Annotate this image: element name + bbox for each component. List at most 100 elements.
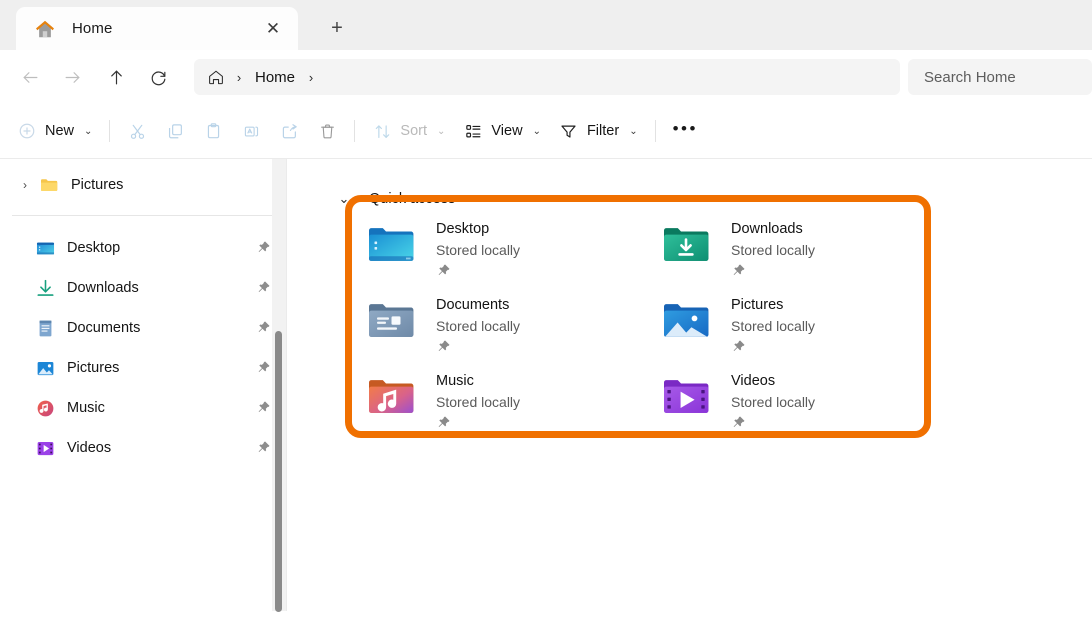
cut-button[interactable]: [118, 114, 156, 148]
pictures-folder-icon: [658, 298, 714, 344]
scissors-icon: [127, 121, 147, 141]
filter-label: Filter: [586, 123, 620, 139]
chevron-right-icon[interactable]: ›: [12, 178, 38, 192]
item-name: Videos: [731, 373, 776, 389]
sidebar-item-label: Downloads: [67, 280, 139, 296]
view-icon: [463, 121, 483, 141]
view-button[interactable]: View ⌄: [454, 114, 550, 148]
breadcrumb-home-icon[interactable]: [206, 67, 226, 87]
refresh-button[interactable]: [138, 60, 178, 94]
quick-access-item-downloads[interactable]: Downloads Stored locally: [658, 217, 953, 293]
sidebar-item-downloads[interactable]: Downloads: [0, 268, 286, 308]
pin-icon[interactable]: [256, 360, 272, 376]
filter-button[interactable]: Filter ⌄: [550, 114, 647, 148]
sidebar-item-videos[interactable]: Videos: [0, 428, 286, 468]
quick-access-item-desktop[interactable]: Desktop Stored locally: [363, 217, 658, 293]
documents-icon: [34, 317, 56, 339]
quick-access-item-text: Music Stored locally: [436, 369, 520, 431]
sidebar-item-label: Music: [67, 400, 105, 416]
rename-button[interactable]: [232, 114, 270, 148]
new-button[interactable]: New ⌄: [8, 114, 101, 148]
sidebar-item-documents[interactable]: Documents: [0, 308, 286, 348]
chevron-down-icon[interactable]: ⌄: [333, 191, 355, 207]
downloads-icon: [34, 277, 56, 299]
address-bar[interactable]: › Home ›: [194, 59, 900, 95]
desktop-folder-icon: [34, 237, 56, 259]
breadcrumb-separator-1: ›: [236, 69, 242, 85]
pin-icon[interactable]: [256, 440, 272, 456]
pin-icon[interactable]: [256, 280, 272, 296]
music-icon: [34, 397, 56, 419]
pin-icon[interactable]: [256, 240, 272, 256]
sidebar-item-label: Desktop: [67, 240, 121, 256]
folder-icon: [38, 174, 60, 196]
pin-icon[interactable]: [256, 320, 272, 336]
pin-icon[interactable]: [436, 415, 452, 431]
navigation-pane: › Pictures Desktop Downloads Documents P…: [0, 158, 286, 612]
item-status: Stored locally: [436, 394, 521, 410]
item-name: Downloads: [731, 221, 803, 237]
chevron-down-icon: ⌄: [532, 125, 541, 137]
explorer-body: › Pictures Desktop Downloads Documents P…: [0, 158, 1092, 612]
chevron-down-icon: ⌄: [437, 125, 446, 137]
chevron-down-icon: ⌄: [84, 125, 93, 137]
copy-button[interactable]: [156, 114, 194, 148]
trash-icon: [317, 121, 337, 141]
forward-button[interactable]: [52, 60, 92, 94]
sidebar-item-label: Videos: [67, 440, 112, 456]
pin-icon[interactable]: [436, 263, 452, 279]
rename-icon: [241, 121, 261, 141]
new-tab-button[interactable]: +: [320, 11, 354, 45]
quick-access-item-text: Documents Stored locally: [436, 293, 520, 355]
item-name: Desktop: [436, 221, 490, 237]
sidebar-scrollbar-thumb[interactable]: [275, 331, 282, 612]
search-input[interactable]: Search Home: [908, 59, 1092, 95]
music-folder-icon: [363, 374, 419, 420]
sidebar-scrollbar[interactable]: [272, 159, 286, 612]
back-button[interactable]: [10, 60, 50, 94]
navigation-bar: › Home › Search Home: [0, 50, 1092, 104]
item-name: Pictures: [731, 297, 784, 313]
videos-folder-icon: [658, 374, 714, 420]
delete-button[interactable]: [308, 114, 346, 148]
sidebar-item-pictures[interactable]: Pictures: [0, 348, 286, 388]
sidebar-divider: [12, 215, 274, 216]
quick-access-section-header[interactable]: ⌄ Quick access: [333, 181, 1092, 217]
more-options-button[interactable]: •••: [664, 114, 707, 148]
sort-button[interactable]: Sort ⌄: [363, 114, 454, 148]
ellipsis-icon: •••: [672, 119, 698, 138]
pin-icon[interactable]: [436, 339, 452, 355]
quick-access-item-documents[interactable]: Documents Stored locally: [363, 293, 658, 369]
quick-access-item-text: Videos Stored locally: [731, 369, 815, 431]
close-icon[interactable]: ✕: [258, 14, 288, 44]
sidebar-item-desktop[interactable]: Desktop: [0, 228, 286, 268]
plus-circle-icon: [17, 121, 37, 141]
item-status: Stored locally: [731, 318, 816, 334]
breadcrumb-separator-2[interactable]: ›: [298, 70, 324, 85]
share-button[interactable]: [270, 114, 308, 148]
pin-icon[interactable]: [731, 263, 747, 279]
up-button[interactable]: [96, 60, 136, 94]
quick-access-item-pictures[interactable]: Pictures Stored locally: [658, 293, 953, 369]
quick-access-item-videos[interactable]: Videos Stored locally: [658, 369, 953, 445]
new-label: New: [45, 123, 75, 139]
sidebar-item-pictures-tree[interactable]: › Pictures: [0, 165, 286, 205]
videos-icon: [34, 437, 56, 459]
toolbar-divider-3: [654, 120, 656, 142]
pin-icon[interactable]: [731, 339, 747, 355]
toolbar-divider-2: [354, 120, 356, 142]
paste-icon: [203, 121, 223, 141]
quick-access-item-music[interactable]: Music Stored locally: [363, 369, 658, 445]
item-status: Stored locally: [436, 242, 521, 258]
breadcrumb-item-home[interactable]: Home: [252, 69, 298, 86]
pin-icon[interactable]: [256, 400, 272, 416]
pictures-icon: [34, 357, 56, 379]
paste-button[interactable]: [194, 114, 232, 148]
tab-home[interactable]: Home ✕: [16, 7, 298, 50]
sidebar-item-label: Pictures: [71, 177, 124, 193]
sidebar-item-music[interactable]: Music: [0, 388, 286, 428]
tab-label: Home: [72, 20, 113, 37]
quick-access-grid: Desktop Stored locally Downloads Stored …: [363, 217, 953, 445]
sort-icon: [372, 121, 392, 141]
pin-icon[interactable]: [731, 415, 747, 431]
